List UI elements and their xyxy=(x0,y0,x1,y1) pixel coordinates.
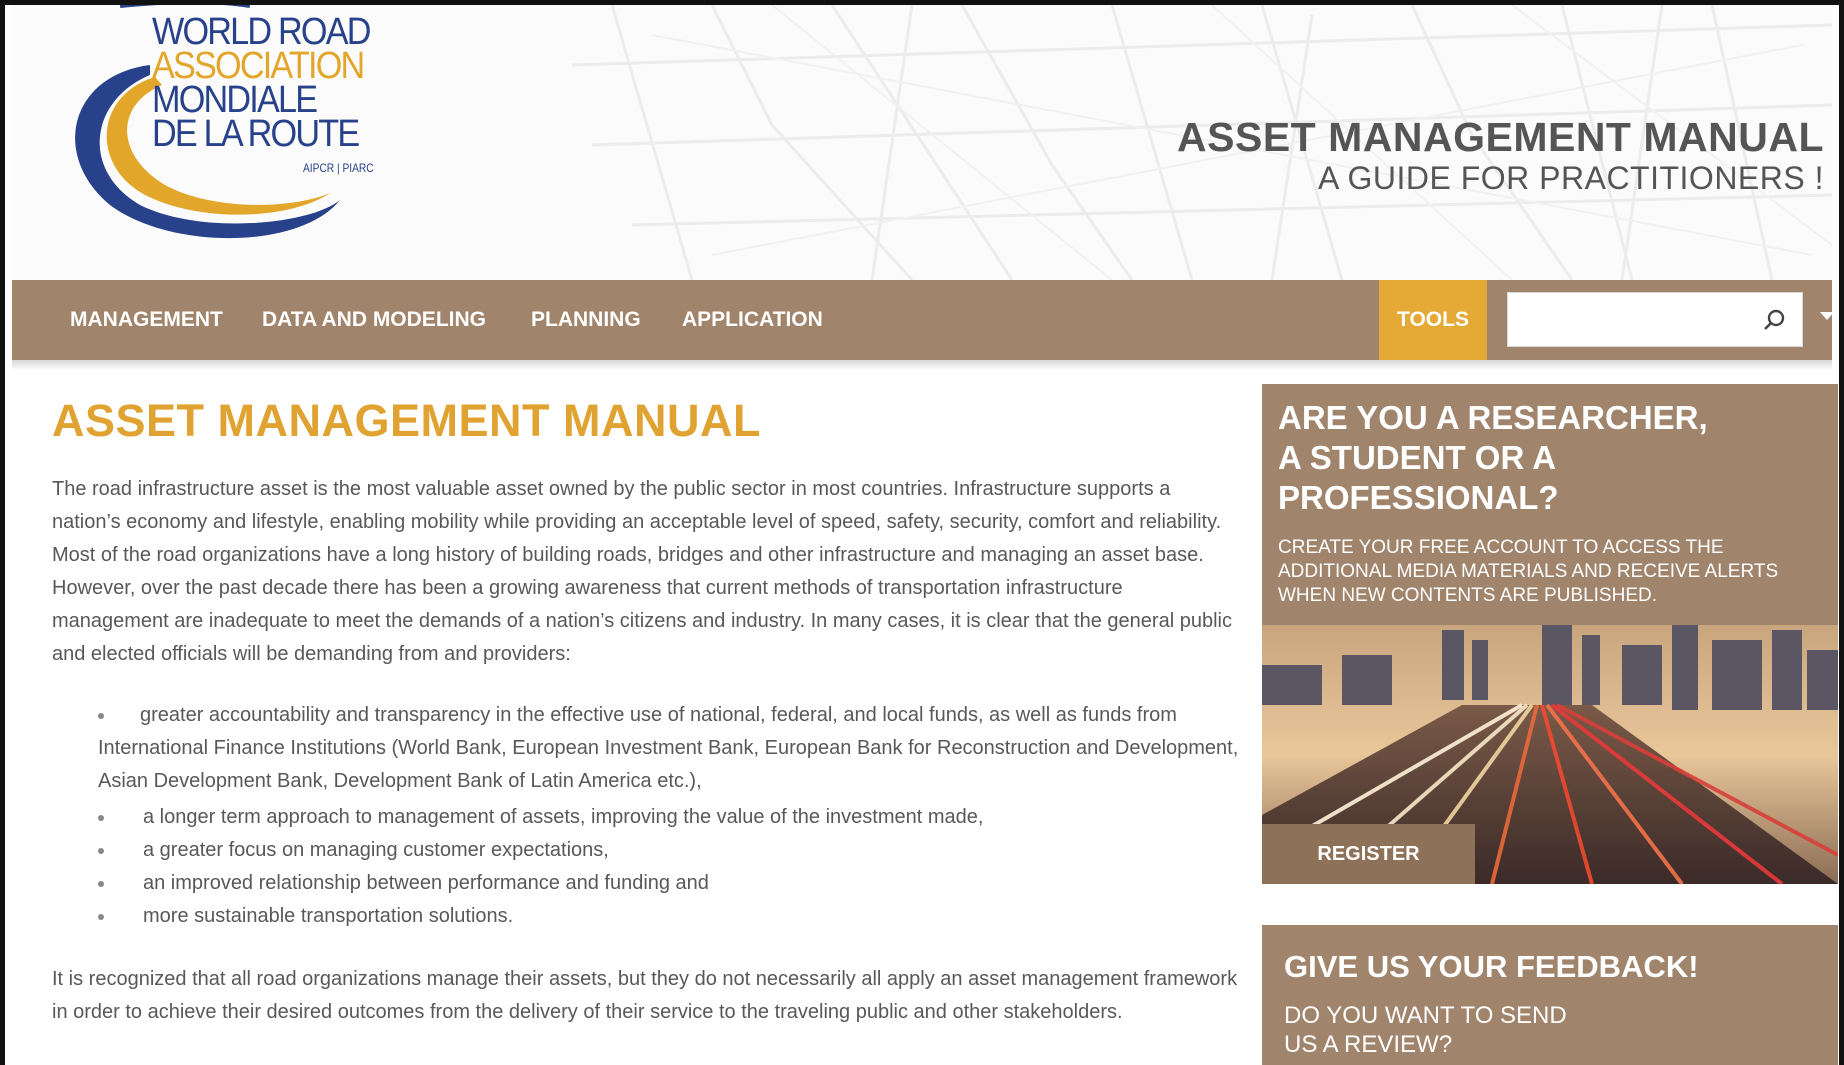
register-heading-line: ARE YOU A RESEARCHER, xyxy=(1278,399,1708,436)
register-heading-line: PROFESSIONAL? xyxy=(1278,479,1559,516)
register-description: CREATE YOUR FREE ACCOUNT TO ACCESS THE A… xyxy=(1278,537,1779,606)
feedback-panel[interactable]: GIVE US YOUR FEEDBACK! DO YOU WANT TO SE… xyxy=(1262,925,1838,1065)
logo-line-1: WORLD ROAD xyxy=(152,11,371,53)
list-item: greater accountability and transparency … xyxy=(98,704,1239,792)
bullet-icon xyxy=(98,713,104,719)
nav-item-data-and-modeling[interactable]: DATA AND MODELING xyxy=(262,280,486,360)
list-item: more sustainable transportation solution… xyxy=(98,900,1242,933)
bullet-list: greater accountability and transparency … xyxy=(52,699,1242,933)
site-title: ASSET MANAGEMENT MANUAL A GUIDE FOR PRAC… xyxy=(1177,115,1824,197)
nav-item-planning[interactable]: PLANNING xyxy=(531,280,641,360)
bullet-icon xyxy=(98,914,104,920)
page-title: ASSET MANAGEMENT MANUAL xyxy=(52,395,761,446)
search-input[interactable] xyxy=(1518,293,1762,345)
main-nav: MANAGEMENT DATA AND MODELING PLANNING AP… xyxy=(12,280,1834,360)
register-heading-line: A STUDENT OR A xyxy=(1278,439,1557,476)
register-button[interactable]: REGISTER xyxy=(1262,824,1475,884)
bullet-icon xyxy=(98,881,104,887)
search-box xyxy=(1507,292,1803,347)
feedback-text-line: DO YOU WANT TO SEND xyxy=(1284,1002,1567,1029)
list-item: a greater focus on managing customer exp… xyxy=(98,834,1242,867)
nav-shadow xyxy=(12,360,1832,370)
closing-paragraph: It is recognized that all road organizat… xyxy=(52,968,1238,1023)
main-content: ASSET MANAGEMENT MANUAL The road infrast… xyxy=(52,395,1242,1029)
bullet-icon xyxy=(98,848,104,854)
register-heading: ARE YOU A RESEARCHER, A STUDENT OR A PRO… xyxy=(1278,398,1818,518)
nav-item-management[interactable]: MANAGEMENT xyxy=(70,280,223,360)
intro-paragraph: The road infrastructure asset is the mos… xyxy=(52,478,1232,665)
feedback-text-line: US A REVIEW? xyxy=(1284,1031,1453,1058)
logo-line-2: ASSOCIATION xyxy=(152,45,365,87)
tools-button[interactable]: TOOLS xyxy=(1379,280,1487,360)
register-panel: ARE YOU A RESEARCHER, A STUDENT OR A PRO… xyxy=(1262,384,1838,884)
piarc-logo[interactable]: WORLD ROAD ASSOCIATION MONDIALE DE LA RO… xyxy=(50,5,410,255)
chevron-down-icon[interactable] xyxy=(1820,312,1834,320)
site-header: WORLD ROAD ASSOCIATION MONDIALE DE LA RO… xyxy=(12,5,1832,280)
nav-item-application[interactable]: APPLICATION xyxy=(682,280,823,360)
site-title-tagline: A GUIDE FOR PRACTITIONERS ! xyxy=(1318,160,1824,196)
bullet-icon xyxy=(98,815,104,821)
feedback-text: DO YOU WANT TO SEND US A REVIEW? xyxy=(1284,1001,1704,1059)
site-title-main: ASSET MANAGEMENT MANUAL xyxy=(1177,114,1824,160)
feedback-heading: GIVE US YOUR FEEDBACK! xyxy=(1284,949,1699,984)
logo-line-3: MONDIALE xyxy=(152,79,318,121)
logo-line-4: DE LA ROUTE xyxy=(152,113,360,155)
logo-subtitle: AIPCR | PIARC xyxy=(303,161,374,175)
search-icon[interactable] xyxy=(1762,308,1786,332)
list-item: an improved relationship between perform… xyxy=(98,867,1242,900)
list-item: a longer term approach to management of … xyxy=(98,801,1242,834)
